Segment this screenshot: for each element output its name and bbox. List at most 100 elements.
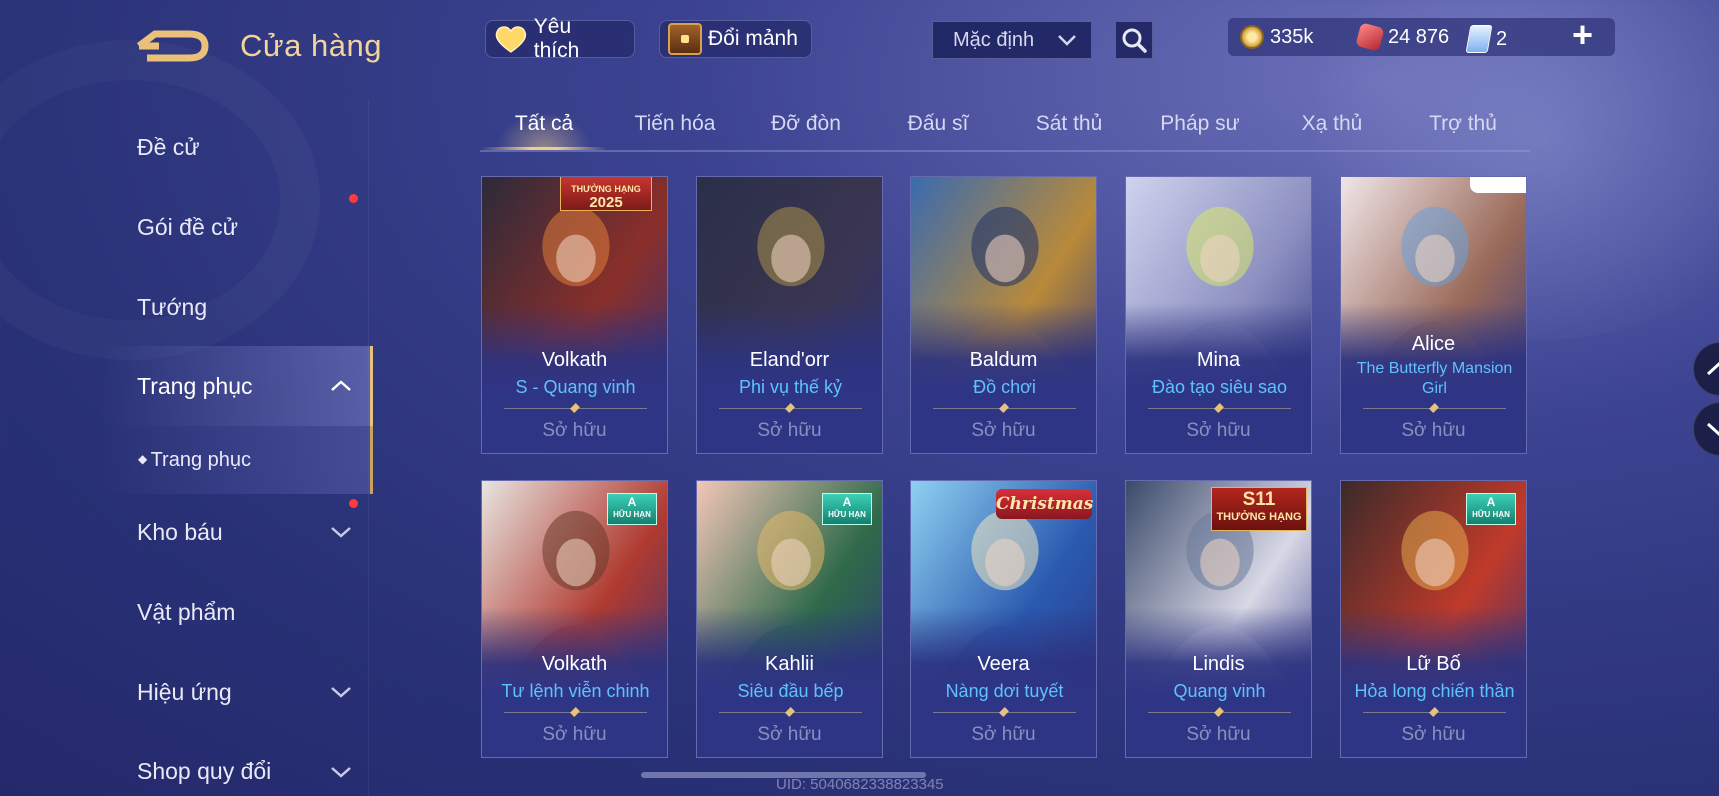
skin-card[interactable]: Christmas Veera Nàng dơi tuyết Sở hữu xyxy=(910,480,1097,758)
card-divider xyxy=(933,712,1076,713)
tab-fighter[interactable]: Đấu sĩ xyxy=(908,112,969,136)
user-id-label: UID: 5040682338823345 xyxy=(776,776,944,793)
sidebar-item-exchange-shop[interactable]: Shop quy đổi xyxy=(137,758,271,785)
hero-name: Volkath xyxy=(541,653,608,675)
tab-marksman[interactable]: Xạ thủ xyxy=(1302,112,1363,136)
gem-amount: 24 876 xyxy=(1388,25,1450,48)
chevron-down-icon xyxy=(1706,422,1719,437)
limited-badge: A HỮU HẠN xyxy=(607,493,657,525)
skin-card[interactable]: Mina Đào tạo siêu sao Sở hữu xyxy=(1125,176,1312,454)
sidebar-item-heroes[interactable]: Tướng xyxy=(137,294,207,321)
voucher-card-icon xyxy=(1465,25,1493,53)
hero-name: Mina xyxy=(1196,349,1241,371)
sidebar-item-skins[interactable]: Trang phục xyxy=(137,373,253,400)
card-divider xyxy=(1148,712,1291,713)
tab-support[interactable]: Trợ thủ xyxy=(1429,112,1497,136)
skin-card[interactable]: THƯỞNG HẠNG 2025 Volkath S - Quang vinh Sở h… xyxy=(481,176,668,454)
bullet-icon: ◆ xyxy=(138,452,151,466)
skin-card[interactable]: Baldum Đồ chơi Sở hữu xyxy=(910,176,1097,454)
skin-name: Quang vinh xyxy=(1173,681,1266,701)
search-icon xyxy=(1122,28,1147,53)
add-currency-button[interactable]: + xyxy=(1572,14,1593,56)
sidebar-item-treasure[interactable]: Kho báu xyxy=(137,519,223,546)
gold-currency: 335k xyxy=(1240,25,1313,49)
exchange-fragments-button[interactable]: Đổi mảnh xyxy=(659,20,812,58)
skin-card[interactable]: A HỮU HẠN Volkath Tư lệnh viễn chinh Sở hữu xyxy=(481,480,668,758)
tab-evolution[interactable]: Tiến hóa xyxy=(635,112,716,136)
owned-status: Sở hữu xyxy=(757,724,822,745)
chevron-down-icon[interactable] xyxy=(330,526,352,538)
card-divider xyxy=(504,408,647,409)
hero-name: Lữ Bố xyxy=(1406,653,1461,675)
treasure-chest-icon xyxy=(668,23,702,55)
season-rank-badge: S11 THƯỞNG HẠNG xyxy=(1211,487,1307,531)
skin-name: Siêu đầu bếp xyxy=(737,681,844,701)
card-divider xyxy=(719,712,862,713)
hero-name: Veera xyxy=(977,653,1030,675)
back-arrow-icon[interactable] xyxy=(137,28,209,64)
skin-card[interactable]: Alice The Butterfly Mansion Girl Sở hữu xyxy=(1340,176,1527,454)
sidebar-item-items[interactable]: Vật phẩm xyxy=(137,599,235,626)
skin-card[interactable]: S11 THƯỞNG HẠNG Lindis Quang vinh Sở hữu xyxy=(1125,480,1312,758)
card-divider xyxy=(504,712,647,713)
page-title: Cửa hàng xyxy=(240,28,382,63)
skin-card[interactable]: Eland'orr Phi vụ thế kỷ Sở hữu xyxy=(696,176,883,454)
red-gem-icon xyxy=(1355,22,1385,52)
scroll-up-button[interactable] xyxy=(1693,342,1719,396)
chevron-up-icon[interactable] xyxy=(330,380,352,392)
sort-selected-value: Mặc định xyxy=(953,28,1035,51)
favorites-button[interactable]: Yêu thích xyxy=(485,15,635,62)
skin-name: Đồ chơi xyxy=(973,377,1036,397)
tab-all[interactable]: Tất cả xyxy=(515,112,573,136)
owned-status: Sở hữu xyxy=(757,420,822,441)
card-divider xyxy=(719,408,862,409)
tab-tank[interactable]: Đỡ đòn xyxy=(771,112,841,136)
sidebar-item-effects[interactable]: Hiệu ứng xyxy=(137,679,232,706)
owned-status: Sở hữu xyxy=(971,420,1036,441)
christmas-badge: Christmas xyxy=(996,489,1093,519)
gold-coin-icon xyxy=(1240,25,1264,49)
skin-card[interactable]: A HỮU HẠN Lữ Bố Hỏa long chiến thần Sở hữu xyxy=(1340,480,1527,758)
chevron-down-icon[interactable] xyxy=(330,686,352,698)
tab-assassin[interactable]: Sát thủ xyxy=(1036,112,1103,136)
skin-name: Hỏa long chiến thần xyxy=(1354,681,1515,701)
skin-card[interactable]: A HỮU HẠN Kahlii Siêu đầu bếp Sở hữu xyxy=(696,480,883,758)
hero-name: Lindis xyxy=(1192,653,1245,675)
skin-name: S - Quang vinh xyxy=(515,377,636,397)
sidebar-subitem-label: Trang phục xyxy=(150,449,251,471)
hero-name: Eland'orr xyxy=(749,349,830,371)
skin-name: Phi vụ thế kỷ xyxy=(738,377,843,397)
owned-status: Sở hữu xyxy=(1401,420,1466,441)
chevron-down-icon xyxy=(1058,35,1076,46)
exchange-label: Đổi mảnh xyxy=(708,27,798,50)
card-divider xyxy=(933,408,1076,409)
gem-currency: 24 876 xyxy=(1355,22,1450,52)
category-tabs: Tất cả Tiến hóa Đỡ đòn Đấu sĩ Sát thủ Ph… xyxy=(480,100,1530,152)
gold-amount: 335k xyxy=(1270,25,1314,48)
voucher-currency: 2 xyxy=(1465,25,1508,53)
owned-status: Sở hữu xyxy=(542,420,607,441)
favorites-label: Yêu thích xyxy=(533,15,580,62)
skin-name: The Butterfly Mansion Girl xyxy=(1356,360,1513,397)
sidebar-subitem-skins[interactable]: ◆ Trang phục xyxy=(138,449,251,472)
skin-name: Đào tạo siêu sao xyxy=(1151,377,1288,397)
search-button[interactable] xyxy=(1115,21,1153,59)
tab-mage[interactable]: Pháp sư xyxy=(1160,112,1239,136)
rank-reward-badge: THƯỞNG HẠNG 2025 xyxy=(560,177,652,211)
owned-status: Sở hữu xyxy=(1186,420,1251,441)
sidebar-item-recommended-packs[interactable]: Gói đề cử xyxy=(137,214,238,241)
chevron-up-icon xyxy=(1706,361,1719,376)
scroll-down-button[interactable] xyxy=(1693,402,1719,456)
limited-badge: A HỮU HẠN xyxy=(1466,493,1516,525)
owned-status: Sở hữu xyxy=(542,724,607,745)
skin-name: Tư lệnh viễn chinh xyxy=(501,681,650,701)
card-divider xyxy=(1363,408,1506,409)
voucher-amount: 2 xyxy=(1496,27,1508,50)
sort-dropdown[interactable]: Mặc định xyxy=(932,21,1092,59)
owned-status: Sở hữu xyxy=(1186,724,1251,745)
limited-badge: A HỮU HẠN xyxy=(822,493,872,525)
sidebar-item-recommended[interactable]: Đề cử xyxy=(137,134,200,161)
corner-tag-badge xyxy=(1470,177,1526,193)
skin-name: Nàng dơi tuyết xyxy=(945,681,1064,701)
chevron-down-icon[interactable] xyxy=(330,766,352,778)
